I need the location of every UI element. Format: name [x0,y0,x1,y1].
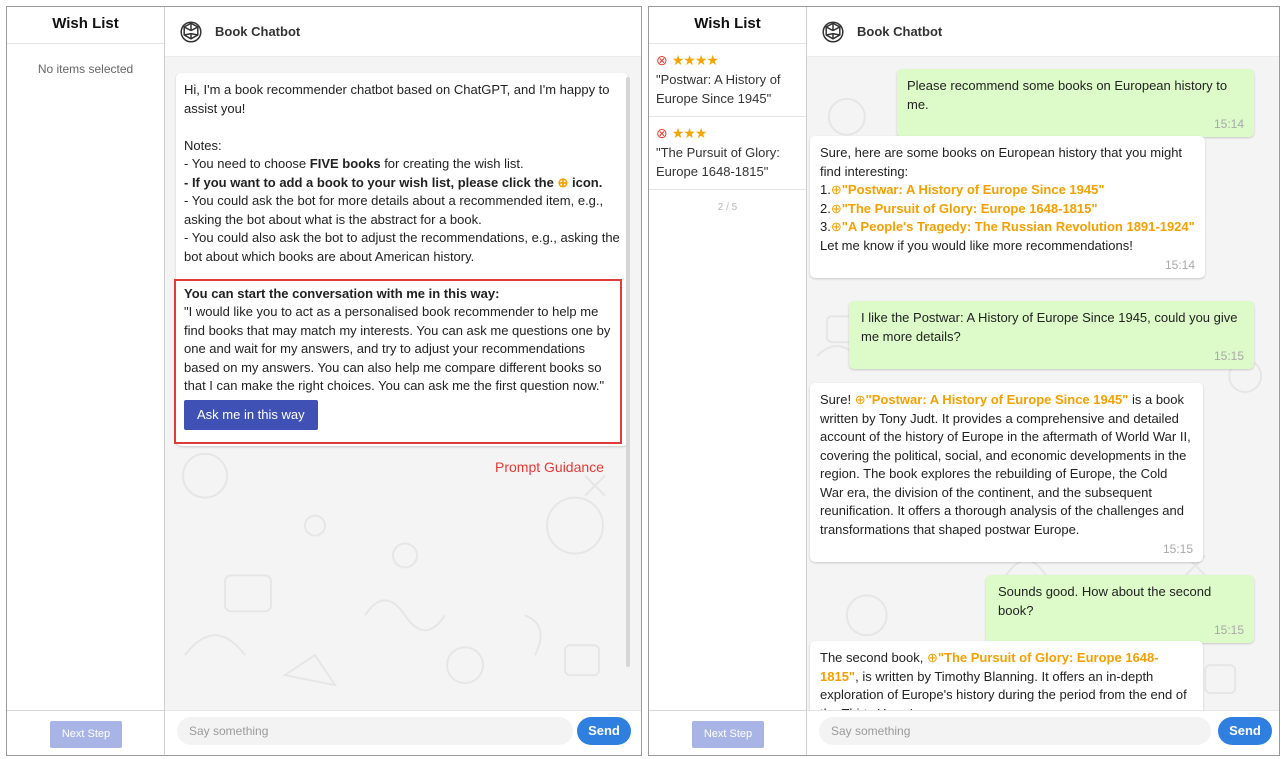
book-recommendation[interactable]: 3.⊕"A People's Tragedy: The Russian Revo… [820,218,1195,237]
message-text: I like the Postwar: A History of Europe … [861,310,1238,344]
chat-area: Book Chatbot Hi, I'm a book recommender … [165,7,641,755]
plus-circle-icon[interactable]: ⊕ [831,182,842,197]
scrollbar[interactable] [626,77,630,667]
chat-footer: Send [807,710,1279,755]
user-message: Sounds good. How about the second book? … [986,575,1254,643]
chat-header: Book Chatbot [807,7,1279,57]
chat-area: Book Chatbot Please recommend some books… [807,7,1279,755]
wishlist-item-title: "The Pursuit of Glory: Europe 1648-1815" [656,145,780,179]
star-rating: ★★★★ [671,52,719,68]
message-text: Sure! ⊕"Postwar: A History of Europe Sin… [820,392,1191,537]
chat-app-conversation: Wish List ⊗ ★★★★ "Postwar: A History of … [648,6,1280,756]
note-3: - You could ask the bot for more details… [184,193,604,227]
wishlist-counter: 2 / 5 [717,202,738,213]
message-time: 15:15 [1162,542,1193,556]
greeting-text: Hi, I'm a book recommender chatbot based… [184,82,610,116]
wishlist-item-title: "Postwar: A History of Europe Since 1945… [656,72,781,106]
message-time: 15:14 [1164,258,1195,272]
message-time: 15:15 [1213,623,1244,637]
wishlist-footer: Next Step [7,710,164,755]
message-text: Sounds good. How about the second book? [998,584,1212,618]
wishlist-footer: Next Step [649,710,806,755]
message-text: Sure, here are some books on European hi… [820,145,1183,179]
plus-circle-icon[interactable]: ⊕ [855,392,866,407]
chat-messages: Hi, I'm a book recommender chatbot based… [165,57,641,710]
openai-logo-icon [180,20,202,43]
chat-app-initial: Wish List No items selected Next Step Bo… [6,6,642,756]
next-step-button[interactable]: Next Step [692,721,764,748]
star-rating: ★★★ [671,125,708,141]
book-recommendation[interactable]: 1.⊕"Postwar: A History of Europe Since 1… [820,181,1195,200]
bot-message: Sure! ⊕"Postwar: A History of Europe Sin… [810,383,1203,562]
wishlist-empty-text: No items selected [37,62,134,76]
message-time: 15:15 [1213,349,1244,363]
plus-circle-icon: ⊕ [557,174,569,190]
wishlist-item: ⊗ ★★★ "The Pursuit of Glory: Europe 1648… [649,117,806,190]
prompt-guidance-highlight [174,279,622,444]
wishlist-sidebar: Wish List ⊗ ★★★★ "Postwar: A History of … [649,7,807,755]
chat-footer: Send [165,710,641,755]
note-1: - You need to choose FIVE books for crea… [184,156,524,171]
send-button[interactable]: Send [1218,717,1272,745]
message-text: Please recommend some books on European … [907,78,1228,112]
x-circle-icon[interactable]: ⊗ [656,126,668,140]
x-circle-icon[interactable]: ⊗ [656,53,668,67]
wishlist-item: ⊗ ★★★★ "Postwar: A History of Europe Sin… [649,44,806,117]
note-2: - If you want to add a book to your wish… [184,174,603,190]
message-time: 15:14 [1213,117,1244,131]
chat-title: Book Chatbot [857,24,943,39]
plus-circle-icon[interactable]: ⊕ [831,201,842,216]
user-message: I like the Postwar: A History of Europe … [849,301,1254,369]
bot-message: Sure, here are some books on European hi… [810,136,1205,278]
message-text: Let me know if you would like more recom… [820,237,1133,253]
prompt-guidance-label: Prompt Guidance [495,459,604,475]
message-input[interactable] [819,717,1211,745]
plus-circle-icon[interactable]: ⊕ [927,650,938,665]
message-input[interactable] [177,717,573,745]
book-recommendation[interactable]: 2.⊕"The Pursuit of Glory: Europe 1648-18… [820,200,1195,219]
plus-circle-icon[interactable]: ⊕ [831,219,842,234]
wishlist-title: Wish List [7,7,164,44]
notes-heading: Notes: [184,137,222,153]
user-message: Please recommend some books on European … [897,69,1254,137]
chat-title: Book Chatbot [215,24,301,39]
openai-logo-icon [822,20,844,43]
bot-message: The second book, ⊕"The Pursuit of Glory:… [810,641,1203,710]
message-text: The second book, ⊕"The Pursuit of Glory:… [820,650,1187,710]
send-button[interactable]: Send [577,717,631,745]
chat-header: Book Chatbot [165,7,641,57]
chat-messages: Please recommend some books on European … [807,57,1279,710]
next-step-button[interactable]: Next Step [50,721,122,748]
wishlist-title: Wish List [649,7,806,44]
wishlist-sidebar: Wish List No items selected Next Step [7,7,165,755]
note-4: - You could also ask the bot to adjust t… [184,230,620,264]
